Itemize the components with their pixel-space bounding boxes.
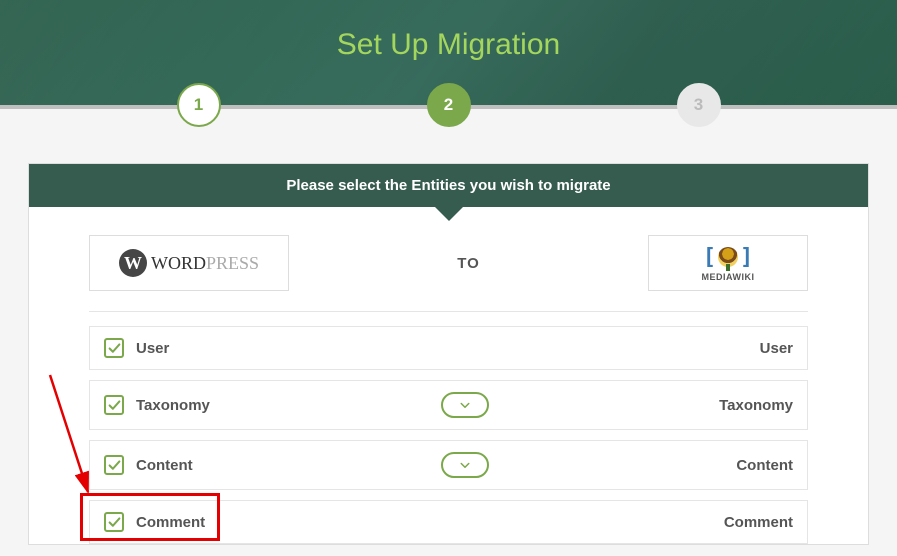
mediawiki-bracket-icon: ]: [740, 245, 753, 270]
chevron-down-icon: [459, 399, 471, 411]
checkbox-taxonomy[interactable]: [104, 395, 124, 415]
expand-button-taxonomy[interactable]: [441, 392, 489, 418]
wordpress-label-part1: WORD: [151, 253, 206, 273]
to-label: TO: [457, 255, 480, 272]
wordpress-icon: [119, 249, 147, 277]
step-2[interactable]: 2: [427, 83, 471, 127]
entities-list: User User Taxonomy Taxonomy Content: [29, 326, 868, 544]
check-icon: [108, 342, 121, 355]
entity-row-taxonomy: Taxonomy Taxonomy: [89, 380, 808, 430]
chevron-down-icon: [459, 459, 471, 471]
page-title: Set Up Migration: [0, 0, 897, 62]
entity-source-label: Taxonomy: [136, 397, 210, 414]
divider: [89, 311, 808, 312]
entity-target-label: Content: [736, 457, 793, 474]
instruction-banner: Please select the Entities you wish to m…: [29, 164, 868, 207]
check-icon: [108, 459, 121, 472]
check-icon: [108, 399, 121, 412]
entity-row-comment: Comment Comment: [89, 500, 808, 544]
mediawiki-sunflower-icon: [718, 247, 738, 267]
checkbox-comment[interactable]: [104, 512, 124, 532]
platforms-row: WORDPRESS TO [ ] MEDIAWIKI: [29, 207, 868, 311]
step-3: 3: [677, 83, 721, 127]
checkbox-content[interactable]: [104, 455, 124, 475]
expand-button-content[interactable]: [441, 452, 489, 478]
main-panel: Please select the Entities you wish to m…: [28, 163, 869, 545]
step-1[interactable]: 1: [177, 83, 221, 127]
mediawiki-bracket-icon: [: [703, 245, 716, 270]
entity-source-label: Content: [136, 457, 193, 474]
entity-row-user: User User: [89, 326, 808, 370]
mediawiki-label: MEDIAWIKI: [702, 272, 755, 282]
target-platform: [ ] MEDIAWIKI: [648, 235, 808, 291]
entity-source-label: Comment: [136, 514, 205, 531]
entity-source-label: User: [136, 340, 169, 357]
check-icon: [108, 516, 121, 529]
entity-target-label: Comment: [724, 514, 793, 531]
source-platform: WORDPRESS: [89, 235, 289, 291]
entity-target-label: User: [760, 340, 793, 357]
entity-target-label: Taxonomy: [719, 397, 793, 414]
checkbox-user[interactable]: [104, 338, 124, 358]
stepper: 1 2 3: [0, 105, 897, 133]
wordpress-label-part2: PRESS: [206, 253, 259, 273]
entity-row-content: Content Content: [89, 440, 808, 490]
